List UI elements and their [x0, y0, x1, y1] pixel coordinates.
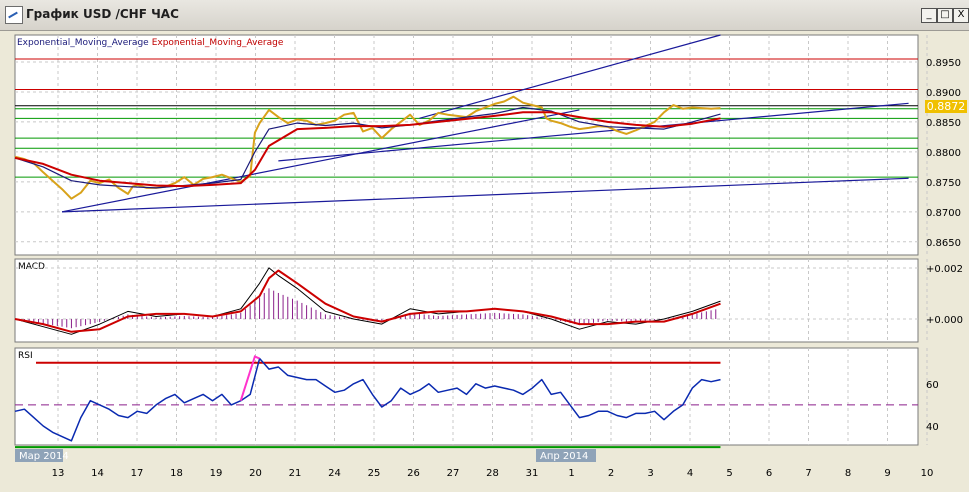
ema-fast-legend: Exponential_Moving_Average	[17, 38, 149, 48]
macd-panel	[14, 258, 919, 343]
x-tick-label: 4	[687, 468, 693, 479]
last-price-tag: 0.8872	[925, 100, 967, 113]
price-axis-label: 0.8900	[926, 88, 961, 99]
x-tick-label: 31	[526, 468, 539, 479]
month-marker-label: Мар 2014	[19, 451, 69, 462]
window-title: График USD /CHF ЧАС	[26, 7, 179, 21]
maximize-button[interactable]: □	[937, 8, 953, 23]
macd-axis-label: +0.002	[926, 264, 963, 275]
x-tick-label: 17	[131, 468, 144, 479]
chart-canvas[interactable]: 13 14 17 18 19 20 21 24 25 26 27 28 31 1 2 3 4 5 6 7 8 9 10 Мар…	[0, 31, 969, 492]
x-tick-label: 6	[766, 468, 772, 479]
x-tick-label: 3	[647, 468, 653, 479]
price-axis-label: 0.8950	[926, 58, 961, 69]
window-titlebar[interactable]: График USD /CHF ЧАС _ □ X	[0, 0, 969, 31]
x-tick-label: 5	[726, 468, 732, 479]
x-tick-label: 25	[368, 468, 381, 479]
x-tick-label: 21	[289, 468, 302, 479]
price-axis-label: 0.8650	[926, 238, 961, 249]
x-tick-label: 13	[52, 468, 65, 479]
x-tick-label: 1	[568, 468, 574, 479]
x-tick-label: 19	[210, 468, 223, 479]
x-tick-label: 26	[407, 468, 420, 479]
x-tick-label: 20	[249, 468, 262, 479]
indicator-legend: Exponential_Moving_Average Exponential_Mo…	[17, 38, 283, 48]
x-tick-label: 10	[921, 468, 934, 479]
chart-window-icon	[5, 6, 23, 24]
x-tick-label: 28	[486, 468, 499, 479]
rsi-axis-label: 40	[926, 422, 939, 433]
rsi-title: RSI	[18, 351, 33, 361]
price-axis-label: 0.8800	[926, 148, 961, 159]
x-tick-label: 18	[170, 468, 183, 479]
x-tick-label: 2	[608, 468, 614, 479]
price-axis-label: 0.8700	[926, 208, 961, 219]
x-tick-label: 27	[447, 468, 460, 479]
x-tick-label: 24	[328, 468, 341, 479]
x-tick-label: 9	[884, 468, 890, 479]
macd-axis-label: +0.000	[926, 315, 963, 326]
month-marker-label: Апр 2014	[540, 451, 588, 462]
rsi-axis-label: 60	[926, 380, 939, 391]
macd-title: MACD	[18, 262, 45, 272]
price-axis-label: 0.8850	[926, 118, 961, 129]
price-panel	[14, 34, 919, 256]
minimize-button[interactable]: _	[921, 8, 937, 23]
x-tick-label: 7	[805, 468, 811, 479]
x-tick-label: 8	[845, 468, 851, 479]
ema-slow-legend: Exponential_Moving_Average	[151, 38, 284, 48]
close-button[interactable]: X	[953, 8, 969, 23]
x-tick-label: 14	[91, 468, 104, 479]
price-axis-label: 0.8750	[926, 178, 961, 189]
